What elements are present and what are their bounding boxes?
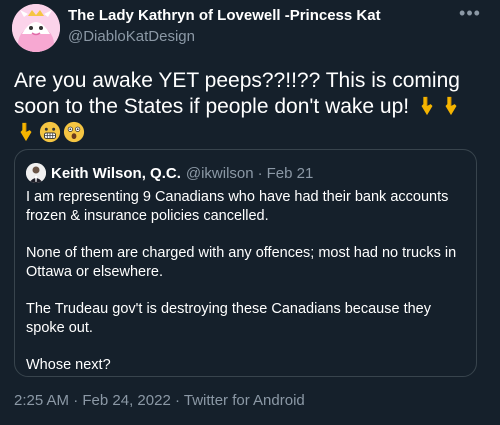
tweet-text: Are you awake YET peeps??!!?? This is co…: [14, 68, 486, 146]
pointing-down-icon: [20, 122, 32, 142]
quoted-paragraph: Whose next?: [26, 357, 111, 373]
tweet-source[interactable]: Twitter for Android: [184, 392, 305, 409]
tweet-footer: 2:25 AM · Feb 24, 2022 · Twitter for And…: [14, 392, 305, 409]
pointing-down-icon: [445, 96, 457, 116]
astonished-face-icon: [63, 121, 85, 143]
quoted-author-handle[interactable]: @ikwilson: [186, 165, 254, 182]
author-display-name[interactable]: The Lady Kathryn of Lovewell -Princess K…: [68, 7, 381, 24]
author-avatar[interactable]: [12, 4, 60, 52]
tweet-time[interactable]: 2:25 AM: [14, 392, 69, 409]
quoted-author-name[interactable]: Keith Wilson, Q.C.: [51, 165, 181, 182]
quoted-tweet-date[interactable]: Feb 21: [267, 165, 314, 182]
grimacing-face-icon: [39, 121, 61, 143]
quoted-author-avatar[interactable]: [26, 163, 46, 183]
quoted-tweet-text: I am representing 9 Canadians who have h…: [26, 188, 466, 393]
quoted-tweet[interactable]: Keith Wilson, Q.C. @ikwilson · Feb 21 I …: [14, 149, 477, 377]
more-options-button[interactable]: •••: [458, 4, 482, 26]
quoted-paragraph: I am representing 9 Canadians who have h…: [26, 189, 449, 224]
quoted-tweet-header: Keith Wilson, Q.C. @ikwilson · Feb 21: [26, 163, 313, 183]
author-handle[interactable]: @DiabloKatDesign: [68, 28, 381, 45]
quoted-paragraph: The Trudeau gov't is destroying these Ca…: [26, 301, 431, 336]
pointing-down-icon: [421, 96, 433, 116]
tweet-date[interactable]: Feb 24, 2022: [82, 392, 170, 409]
tweet-body: Are you awake YET peeps??!!?? This is co…: [14, 69, 460, 118]
tweet: The Lady Kathryn of Lovewell -Princess K…: [0, 0, 500, 425]
footer-separator: ·: [170, 392, 184, 409]
quoted-paragraph: None of them are charged with any offenc…: [26, 245, 457, 280]
author-info: The Lady Kathryn of Lovewell -Princess K…: [68, 7, 381, 45]
meta-separator: ·: [257, 164, 263, 182]
footer-separator: ·: [69, 392, 83, 409]
